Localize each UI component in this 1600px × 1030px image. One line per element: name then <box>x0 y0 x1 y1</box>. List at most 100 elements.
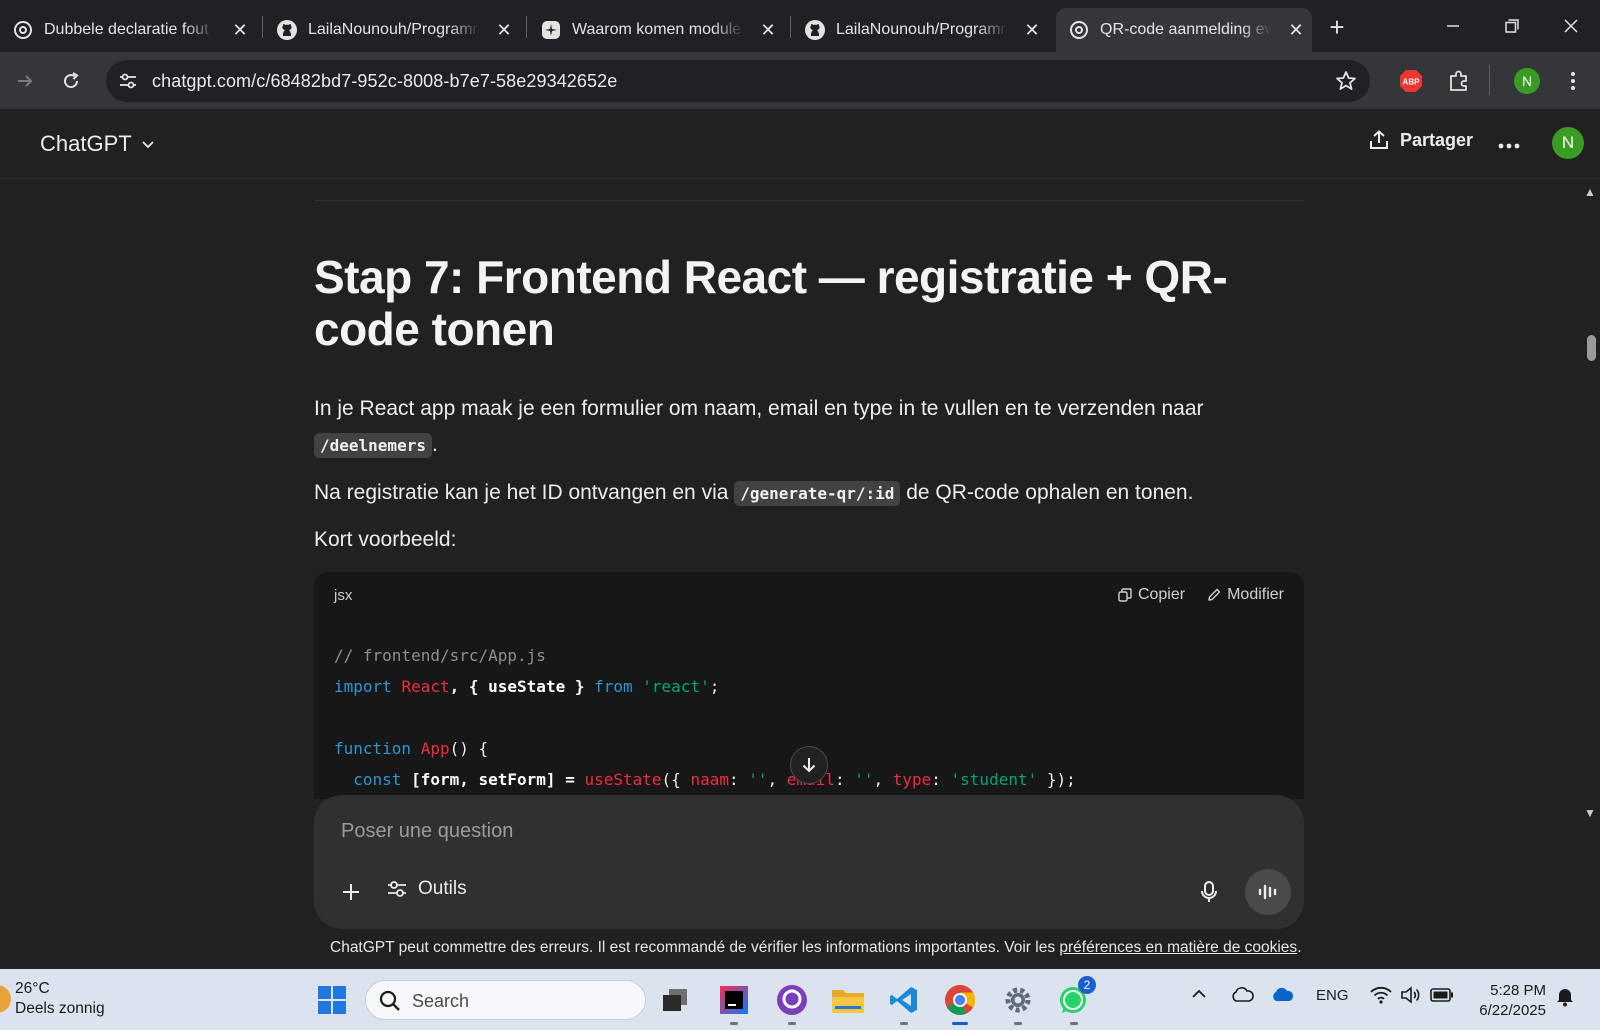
model-selector[interactable]: ChatGPT <box>40 131 156 157</box>
voice-mode-button[interactable] <box>1245 869 1291 915</box>
input-language[interactable]: ENG <box>1316 987 1349 1004</box>
scroll-up-arrow-icon[interactable]: ▲ <box>1584 185 1596 199</box>
restore-button[interactable] <box>1489 8 1535 44</box>
reload-icon[interactable] <box>56 66 86 96</box>
code-text: ({ <box>661 770 691 789</box>
new-tab-button[interactable]: + <box>1322 12 1352 42</box>
waveform-icon <box>1258 884 1277 900</box>
message-paragraph: In je React app maak je een formulier om… <box>314 391 1304 464</box>
code-text: }); <box>1037 770 1076 789</box>
browser-toolbar: chatgpt.com/c/68482bd7-952c-8008-b7e7-58… <box>0 52 1600 110</box>
close-window-button[interactable] <box>1548 8 1594 44</box>
forward-icon[interactable] <box>10 66 40 96</box>
code-key: type <box>892 770 932 789</box>
onedrive-personal-icon[interactable] <box>1230 987 1254 1003</box>
share-label: Partager <box>1400 129 1474 150</box>
chatgpt-icon <box>12 19 34 41</box>
scroll-to-bottom-button[interactable] <box>790 746 828 784</box>
extensions-puzzle-icon[interactable] <box>1444 66 1474 96</box>
battery-icon[interactable] <box>1430 988 1454 1002</box>
github-desktop-icon[interactable] <box>772 980 812 1025</box>
prompt-input[interactable]: Poser une question <box>341 820 513 843</box>
url-text: chatgpt.com/c/68482bd7-952c-8008-b7e7-58… <box>152 71 618 91</box>
bookmark-star-icon[interactable] <box>1334 69 1358 93</box>
site-settings-icon[interactable] <box>116 69 140 93</box>
pencil-icon <box>1208 588 1221 601</box>
task-view-icon[interactable] <box>655 980 695 1020</box>
browser-tab-bar: Dubbele declaratie fout ✕ LailaNounouh/P… <box>0 0 1600 52</box>
browser-tab-active[interactable]: QR-code aanmelding eve ✕ <box>1056 8 1312 52</box>
adblock-extension-icon[interactable]: ABP <box>1396 66 1426 96</box>
profile-initial: N <box>1514 68 1540 94</box>
tab-close-icon[interactable]: ✕ <box>492 18 516 42</box>
temperature: 26°C <box>15 980 50 997</box>
intellij-icon[interactable] <box>714 980 754 1025</box>
weather-widget[interactable]: 26°C Deels zonnig <box>0 979 105 1019</box>
minimize-button[interactable] <box>1430 8 1476 44</box>
start-button[interactable] <box>312 980 352 1020</box>
brand-label: ChatGPT <box>40 131 132 156</box>
code-identifier: React <box>401 677 450 696</box>
running-indicator <box>900 1022 908 1025</box>
copy-icon <box>1118 588 1132 602</box>
browser-tab[interactable]: LailaNounouh/Programm ✕ <box>264 8 516 52</box>
conversation-area: Stap 7: Frontend React — registratie + Q… <box>314 179 1304 799</box>
taskbar-search[interactable]: Search <box>365 980 646 1020</box>
code-keyword: const <box>353 770 402 789</box>
wifi-icon[interactable] <box>1370 986 1392 1004</box>
user-avatar[interactable]: N <box>1552 127 1584 159</box>
browser-tab[interactable]: LailaNounouh/Programm ✕ <box>792 8 1044 52</box>
tab-title: LailaNounouh/Programm <box>308 21 480 38</box>
message-paragraph: Kort voorbeeld: <box>314 528 457 551</box>
edit-code-button[interactable]: Modifier <box>1207 586 1284 604</box>
tab-close-icon[interactable]: ✕ <box>228 18 252 42</box>
scroll-down-arrow-icon[interactable]: ▼ <box>1584 806 1596 820</box>
file-explorer-icon[interactable] <box>828 980 868 1020</box>
clock-date: 6/22/2025 <box>1479 1002 1546 1019</box>
address-bar[interactable]: chatgpt.com/c/68482bd7-952c-8008-b7e7-58… <box>106 60 1370 102</box>
onedrive-business-icon[interactable] <box>1270 987 1294 1003</box>
running-indicator <box>1070 1022 1078 1025</box>
running-indicator <box>730 1022 738 1025</box>
more-options-icon[interactable] <box>1494 131 1524 161</box>
notifications-bell-icon[interactable] <box>1554 985 1576 1007</box>
tab-close-icon[interactable]: ✕ <box>1020 18 1044 42</box>
code-keyword: function <box>334 739 412 758</box>
cookie-preferences-link[interactable]: préférences en matière de cookies <box>1059 939 1297 956</box>
scrollbar-thumb[interactable] <box>1587 335 1596 361</box>
tab-close-icon[interactable]: ✕ <box>1284 18 1308 42</box>
code-string: '' <box>854 770 874 789</box>
inline-code: /generate-qr/:id <box>734 481 901 506</box>
tab-title: LailaNounouh/Programm <box>836 21 1008 38</box>
whatsapp-icon[interactable]: 2 <box>1054 976 1096 1025</box>
copy-code-button[interactable]: Copier <box>1118 586 1185 604</box>
share-button[interactable]: Partager <box>1368 129 1473 151</box>
system-clock[interactable]: 5:28 PM 6/22/2025 <box>1462 981 1546 1021</box>
browser-tab[interactable]: Dubbele declaratie fout ✕ <box>0 8 252 52</box>
github-icon <box>276 19 298 41</box>
browser-tab[interactable]: Waarom komen module ✕ <box>528 8 780 52</box>
chrome-icon[interactable] <box>940 980 980 1025</box>
browser-menu-icon[interactable] <box>1558 66 1588 96</box>
edit-label: Modifier <box>1227 586 1284 603</box>
dictate-button[interactable] <box>1194 877 1224 907</box>
code-keyword: import <box>334 677 392 696</box>
windows-logo-icon <box>318 986 346 1014</box>
code-text: [form, setForm] = <box>401 770 585 789</box>
code-text: , { useState } <box>449 677 595 696</box>
volume-icon[interactable] <box>1400 986 1422 1004</box>
add-attachment-button[interactable] <box>336 877 366 907</box>
chevron-down-icon <box>142 141 154 149</box>
inline-code: /deelnemers <box>314 433 432 458</box>
settings-gear-icon[interactable] <box>998 980 1038 1025</box>
paragraph-text: . <box>431 433 438 456</box>
paragraph-text: Na registratie kan je het ID ontvangen e… <box>314 481 729 504</box>
tools-button[interactable]: Outils <box>386 878 467 900</box>
code-text: : <box>728 770 749 789</box>
disclaimer-text: ChatGPT peut commettre des erreurs. Il e… <box>330 939 1302 957</box>
vscode-icon[interactable] <box>884 980 924 1025</box>
tab-close-icon[interactable]: ✕ <box>756 18 780 42</box>
show-hidden-icons-chevron-icon[interactable] <box>1190 985 1208 1003</box>
profile-avatar[interactable]: N <box>1512 66 1542 96</box>
page-scrollbar[interactable]: ▲ ▼ <box>1582 179 1600 969</box>
